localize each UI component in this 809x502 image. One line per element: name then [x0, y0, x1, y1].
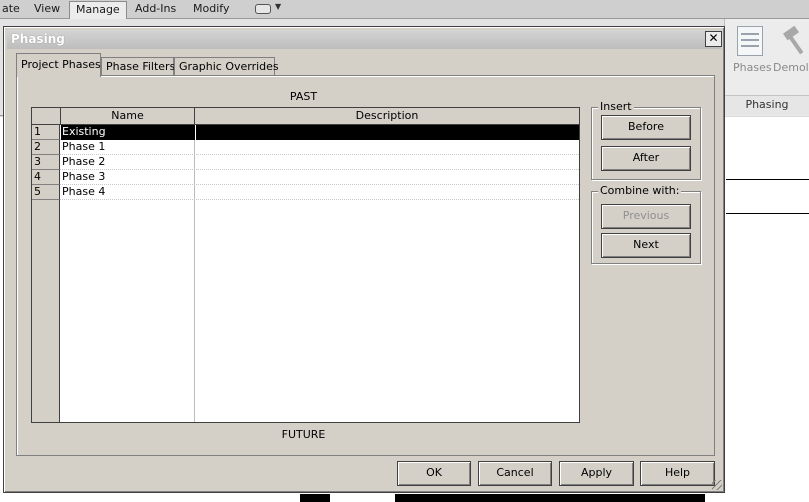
phase-description-cell[interactable] — [196, 155, 579, 170]
insert-group-label: Insert — [598, 100, 634, 113]
close-button[interactable]: ✕ — [705, 31, 722, 47]
dialog-titlebar[interactable]: Phasing ✕ — [7, 30, 722, 49]
phases-table[interactable]: Name Description 1 Existing 2 Phase 1 3 … — [31, 107, 580, 423]
ribbon-tab-create[interactable]: ate — [0, 1, 26, 19]
canvas-line — [726, 213, 809, 214]
close-icon: ✕ — [708, 31, 719, 45]
tab-phase-filters[interactable]: Phase Filters — [101, 57, 175, 76]
phase-name-cell[interactable]: Existing — [61, 125, 195, 140]
phase-name-cell[interactable]: Phase 4 — [61, 185, 195, 200]
ribbon-tab-bar: ate View Manage Add-Ins Modify ▼ — [0, 0, 809, 19]
combine-next-button[interactable]: Next — [601, 233, 691, 258]
row-number[interactable]: 2 — [32, 140, 60, 155]
phase-description-cell[interactable] — [196, 125, 579, 140]
row-number[interactable]: 1 — [32, 125, 60, 140]
apply-button[interactable]: Apply — [559, 461, 634, 486]
canvas-line — [300, 494, 330, 502]
ribbon-tab-view[interactable]: View — [28, 1, 66, 19]
insert-before-button[interactable]: Before — [601, 115, 691, 140]
canvas-line — [726, 179, 809, 180]
phasing-dialog: Phasing ✕ Project Phases Phase Filters G… — [3, 26, 725, 493]
table-row[interactable]: 5 Phase 4 — [32, 185, 579, 200]
tab-project-phases[interactable]: Project Phases — [16, 53, 101, 77]
ribbon-tab-manage[interactable]: Manage — [69, 1, 127, 19]
insert-after-button[interactable]: After — [601, 146, 691, 171]
resize-grip-icon[interactable] — [712, 480, 722, 490]
cancel-button[interactable]: Cancel — [478, 461, 552, 486]
project-phases-panel: PAST Name Description 1 Existing 2 Phase… — [16, 75, 715, 456]
help-button[interactable]: Help — [640, 461, 715, 486]
table-row[interactable]: 2 Phase 1 — [32, 140, 579, 155]
dialog-title: Phasing — [11, 32, 65, 46]
phase-name-cell[interactable]: Phase 3 — [61, 170, 195, 185]
demolish-button-label[interactable]: Demolis — [773, 61, 809, 74]
demolish-hammer-icon[interactable] — [782, 26, 808, 56]
phases-button-label[interactable]: Phases — [733, 61, 772, 74]
row-number[interactable]: 5 — [32, 185, 60, 200]
phase-description-cell[interactable] — [196, 170, 579, 185]
column-header-name[interactable]: Name — [61, 108, 195, 125]
phase-description-cell[interactable] — [196, 185, 579, 200]
ok-button[interactable]: OK — [397, 461, 471, 486]
combine-group: Combine with: Previous Next — [591, 184, 701, 264]
table-row[interactable]: 1 Existing — [32, 125, 579, 140]
combine-previous-button[interactable]: Previous — [601, 204, 691, 229]
canvas-line — [395, 494, 705, 502]
phasing-panel-label: Phasing — [725, 95, 809, 115]
phases-icon[interactable] — [737, 26, 763, 56]
future-label: FUTURE — [281, 428, 326, 441]
phase-name-cell[interactable]: Phase 1 — [61, 140, 195, 155]
insert-group: Insert Before After — [591, 100, 701, 180]
panel-toggle-icon[interactable] — [255, 4, 271, 14]
phase-description-cell[interactable] — [196, 140, 579, 155]
column-header-description[interactable]: Description — [195, 108, 579, 125]
past-label: PAST — [289, 90, 318, 103]
ribbon-tab-modify[interactable]: Modify — [187, 1, 235, 19]
header-corner[interactable] — [32, 108, 61, 125]
ribbon-tab-add-ins[interactable]: Add-Ins — [129, 1, 182, 19]
phase-name-cell[interactable]: Phase 2 — [61, 155, 195, 170]
row-number[interactable]: 3 — [32, 155, 60, 170]
table-row[interactable]: 4 Phase 3 — [32, 170, 579, 185]
combine-group-label: Combine with: — [598, 184, 682, 197]
dropdown-arrow-icon[interactable]: ▼ — [275, 2, 281, 11]
tab-graphic-overrides[interactable]: Graphic Overrides — [174, 57, 279, 76]
row-number[interactable]: 4 — [32, 170, 60, 185]
table-row[interactable]: 3 Phase 2 — [32, 155, 579, 170]
